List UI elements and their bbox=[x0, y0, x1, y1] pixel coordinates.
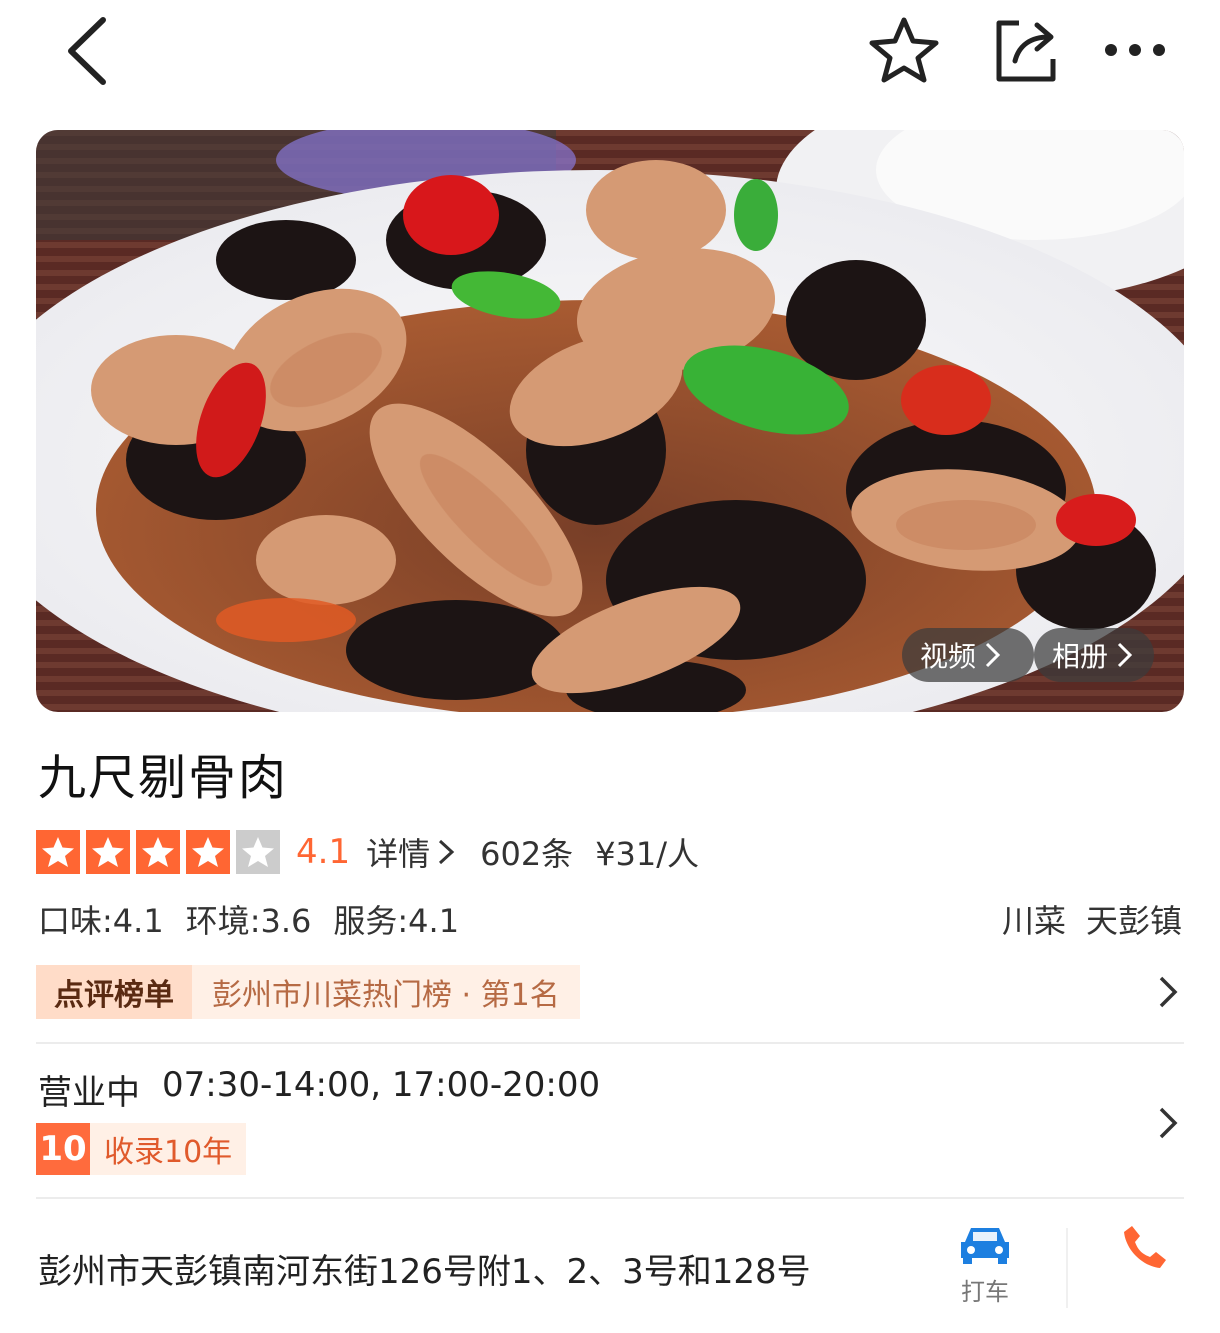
taste-score: 口味:4.1 bbox=[38, 902, 164, 940]
rating-star-icon bbox=[186, 830, 230, 874]
business-hours[interactable]: 营业中 07:30-14:00, 17:00-20:00 bbox=[38, 1065, 600, 1114]
chevron-right-icon bbox=[1117, 642, 1133, 668]
sub-scores: 口味:4.1 环境:3.6 服务:4.1 bbox=[38, 896, 459, 942]
chevron-right-icon bbox=[985, 642, 1001, 668]
album-button[interactable]: 相册 bbox=[1034, 628, 1154, 682]
years-number: 10 bbox=[36, 1123, 90, 1175]
action-separator bbox=[1066, 1228, 1068, 1308]
chevron-right-icon bbox=[439, 839, 455, 865]
dish-illustration bbox=[36, 130, 1184, 712]
divider bbox=[36, 1042, 1184, 1044]
share-icon bbox=[996, 20, 1056, 82]
shop-address[interactable]: 彭州市天彭镇南河东街126号附1、2、3号和128号 bbox=[38, 1244, 811, 1293]
rating-star-icon bbox=[86, 830, 130, 874]
back-button[interactable] bbox=[56, 14, 116, 88]
more-button[interactable] bbox=[1100, 30, 1170, 70]
star-outline-icon bbox=[869, 17, 939, 83]
rating-score: 4.1 bbox=[296, 832, 351, 872]
area-tag[interactable]: 天彭镇 bbox=[1086, 896, 1182, 942]
top-nav-bar bbox=[0, 0, 1220, 110]
star-rating bbox=[36, 830, 286, 874]
ranking-chevron-icon[interactable] bbox=[1154, 972, 1182, 1012]
ranking-badge-title: 点评榜单 bbox=[36, 965, 192, 1019]
shop-tags: 川菜 天彭镇 bbox=[1002, 896, 1182, 942]
rating-row[interactable]: 4.1 详情 602条 ¥31/人 bbox=[36, 828, 699, 876]
share-button[interactable] bbox=[990, 14, 1062, 86]
hours-chevron-icon[interactable] bbox=[1154, 1103, 1182, 1143]
avg-price: ¥31/人 bbox=[595, 835, 700, 873]
listed-years-badge: 10 收录10年 bbox=[36, 1123, 247, 1175]
album-label: 相册 bbox=[1052, 640, 1109, 673]
hours-time: 07:30-14:00, 17:00-20:00 bbox=[162, 1065, 601, 1105]
taxi-button[interactable]: 打车 bbox=[940, 1222, 1030, 1307]
environment-score: 环境:3.6 bbox=[185, 902, 312, 940]
phone-button[interactable] bbox=[1100, 1222, 1190, 1278]
rating-star-icon bbox=[236, 830, 280, 874]
phone-icon bbox=[1124, 1226, 1166, 1268]
rating-star-icon bbox=[36, 830, 80, 874]
open-status: 营业中 bbox=[38, 1073, 140, 1113]
favorite-button[interactable] bbox=[866, 14, 942, 86]
review-count: 602条 bbox=[480, 835, 574, 873]
more-dots-icon bbox=[1105, 44, 1165, 56]
video-label: 视频 bbox=[920, 640, 977, 673]
cuisine-tag[interactable]: 川菜 bbox=[1002, 896, 1066, 942]
ranking-badge[interactable]: 点评榜单 彭州市川菜热门榜 · 第1名 bbox=[36, 965, 580, 1019]
chevron-left-icon bbox=[68, 17, 106, 85]
divider bbox=[36, 1197, 1184, 1199]
ranking-text: 彭州市川菜热门榜 · 第1名 bbox=[192, 965, 580, 1019]
dish-photo[interactable] bbox=[36, 130, 1184, 712]
video-button[interactable]: 视频 bbox=[902, 628, 1034, 682]
rating-star-icon bbox=[136, 830, 180, 874]
taxi-label: 打车 bbox=[961, 1278, 1009, 1306]
years-label: 收录10年 bbox=[104, 1135, 233, 1170]
shop-name: 九尺剔骨肉 bbox=[38, 750, 289, 806]
car-icon bbox=[961, 1228, 1009, 1264]
service-score: 服务:4.1 bbox=[333, 902, 460, 940]
details-link[interactable]: 详情 bbox=[366, 829, 430, 875]
